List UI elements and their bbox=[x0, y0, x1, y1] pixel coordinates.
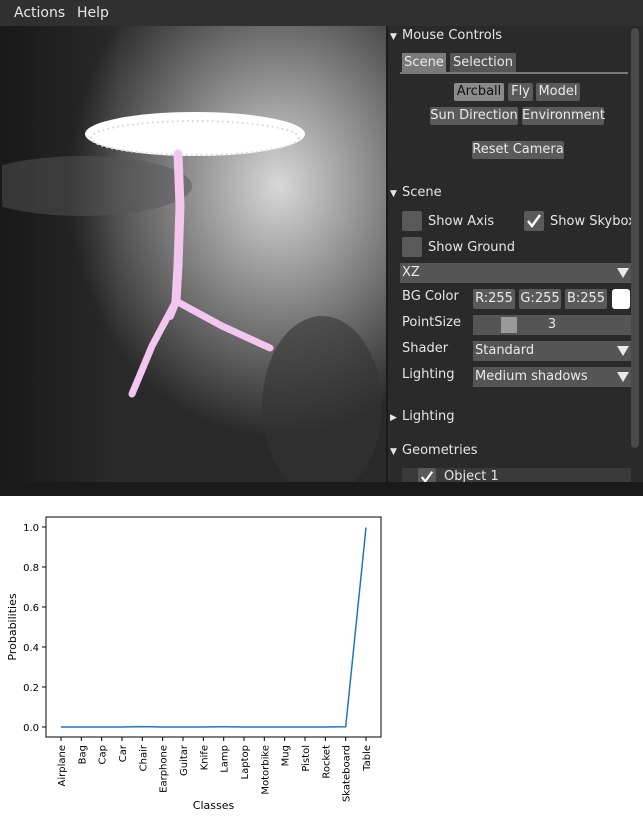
show-axis-label: Show Axis bbox=[428, 214, 495, 229]
x-tick-label: Cap bbox=[98, 745, 109, 764]
x-tick-label: Skateboard bbox=[342, 745, 353, 802]
y-tick-label: 0.6 bbox=[23, 603, 39, 614]
y-tick-label: 1.0 bbox=[23, 523, 39, 534]
x-tick-label: Bag bbox=[77, 745, 88, 764]
arcball-button[interactable]: Arcball bbox=[454, 83, 504, 101]
bg-red-field[interactable]: R:255 bbox=[473, 289, 515, 309]
x-tick-label: Airplane bbox=[57, 745, 68, 786]
probability-chart: 0.0 0.2 0.4 0.6 0.8 1.0 Airplane Bag Cap Car Chai… bbox=[0, 500, 643, 834]
checkmark-icon bbox=[527, 214, 541, 228]
x-tick-label: Mug bbox=[281, 745, 292, 766]
menu-bar: Actions Help bbox=[0, 0, 643, 26]
chart-svg: 0.0 0.2 0.4 0.6 0.8 1.0 Airplane Bag Cap Car Chai… bbox=[6, 516, 382, 812]
expanded-triangle-icon: ▼ bbox=[390, 32, 397, 42]
open3d-window: Actions Help ▼ Mouse Controls Scene Sele… bbox=[0, 0, 643, 496]
plot-frame bbox=[45, 516, 382, 738]
bg-color-swatch[interactable] bbox=[612, 289, 630, 309]
y-tick-label: 0.0 bbox=[23, 723, 39, 734]
dropdown-arrow-icon bbox=[617, 346, 629, 356]
tab-selection[interactable]: Selection bbox=[450, 53, 516, 73]
shader-label: Shader bbox=[402, 341, 449, 356]
mouse-controls-header[interactable]: ▼ Mouse Controls bbox=[390, 28, 502, 43]
shader-select[interactable]: Standard bbox=[473, 341, 631, 361]
x-tick-label: Laptop bbox=[240, 745, 251, 779]
lighting-header[interactable]: ▶ Lighting bbox=[390, 409, 455, 424]
scene-header[interactable]: ▼ Scene bbox=[390, 185, 442, 200]
collapsed-triangle-icon: ▶ bbox=[390, 413, 397, 423]
x-tick-label: Guitar bbox=[179, 744, 190, 776]
show-skybox-checkbox[interactable] bbox=[524, 211, 544, 231]
reset-camera-button[interactable]: Reset Camera bbox=[472, 141, 564, 159]
menu-help[interactable]: Help bbox=[77, 5, 109, 21]
show-ground-label: Show Ground bbox=[428, 240, 516, 255]
bg-color-label: BG Color bbox=[402, 289, 459, 304]
tab-scene[interactable]: Scene bbox=[402, 53, 446, 73]
menu-actions[interactable]: Actions bbox=[14, 5, 65, 21]
bg-green-field[interactable]: G:255 bbox=[519, 289, 561, 309]
point-cloud-render[interactable] bbox=[2, 26, 386, 482]
x-tick-label: Chair bbox=[138, 744, 149, 771]
panel-scrollbar[interactable] bbox=[631, 28, 639, 448]
expanded-triangle-icon: ▼ bbox=[390, 189, 397, 199]
settings-panel: ▼ Mouse Controls Scene Selection Arcball … bbox=[388, 26, 643, 482]
x-tick-label: Motorbike bbox=[260, 745, 271, 795]
model-button[interactable]: Model bbox=[536, 83, 580, 101]
x-tick-label: Knife bbox=[199, 745, 210, 770]
x-tick-label: Car bbox=[118, 744, 129, 762]
geometries-header[interactable]: ▼ Geometries bbox=[390, 443, 478, 458]
series-line bbox=[61, 527, 367, 728]
dropdown-arrow-icon bbox=[617, 372, 629, 382]
pointsize-slider[interactable]: 3 bbox=[473, 315, 631, 335]
x-tick-label: Lamp bbox=[220, 745, 231, 773]
show-skybox-label: Show Skybox bbox=[550, 214, 636, 229]
geometry-list: Object 1 bbox=[402, 468, 631, 482]
x-tick-label: Earphone bbox=[159, 745, 170, 793]
lighting-select[interactable]: Medium shadows bbox=[473, 367, 631, 387]
y-tick-label: 0.2 bbox=[23, 683, 39, 694]
object-1-label: Object 1 bbox=[444, 469, 499, 482]
pointsize-label: PointSize bbox=[402, 315, 461, 330]
ground-plane-select[interactable]: XZ bbox=[400, 263, 631, 283]
y-axis-label: Probabilities bbox=[6, 593, 19, 660]
object-1-checkbox[interactable] bbox=[418, 468, 436, 482]
show-ground-checkbox[interactable] bbox=[402, 237, 422, 257]
expanded-triangle-icon: ▼ bbox=[390, 447, 397, 457]
show-axis-checkbox[interactable] bbox=[402, 211, 422, 231]
dropdown-arrow-icon bbox=[617, 268, 629, 278]
environment-button[interactable]: Environment bbox=[522, 107, 605, 125]
pointsize-value: 3 bbox=[547, 317, 557, 332]
tab-underline bbox=[400, 72, 628, 74]
fly-button[interactable]: Fly bbox=[508, 83, 533, 101]
checkmark-icon bbox=[420, 471, 434, 482]
x-tick-label: Pistol bbox=[301, 745, 312, 772]
3d-viewport[interactable] bbox=[2, 26, 386, 482]
y-tick-label: 0.8 bbox=[23, 563, 39, 574]
x-tick-label: Rocket bbox=[321, 745, 332, 779]
sun-direction-button[interactable]: Sun Direction bbox=[430, 107, 518, 125]
x-axis-label: Classes bbox=[193, 799, 235, 812]
bg-blue-field[interactable]: B:255 bbox=[565, 289, 607, 309]
x-tick-label: Table bbox=[362, 745, 373, 772]
y-tick-label: 0.4 bbox=[23, 643, 39, 654]
lighting-label: Lighting bbox=[402, 367, 455, 382]
window-bottom-edge bbox=[0, 482, 643, 496]
